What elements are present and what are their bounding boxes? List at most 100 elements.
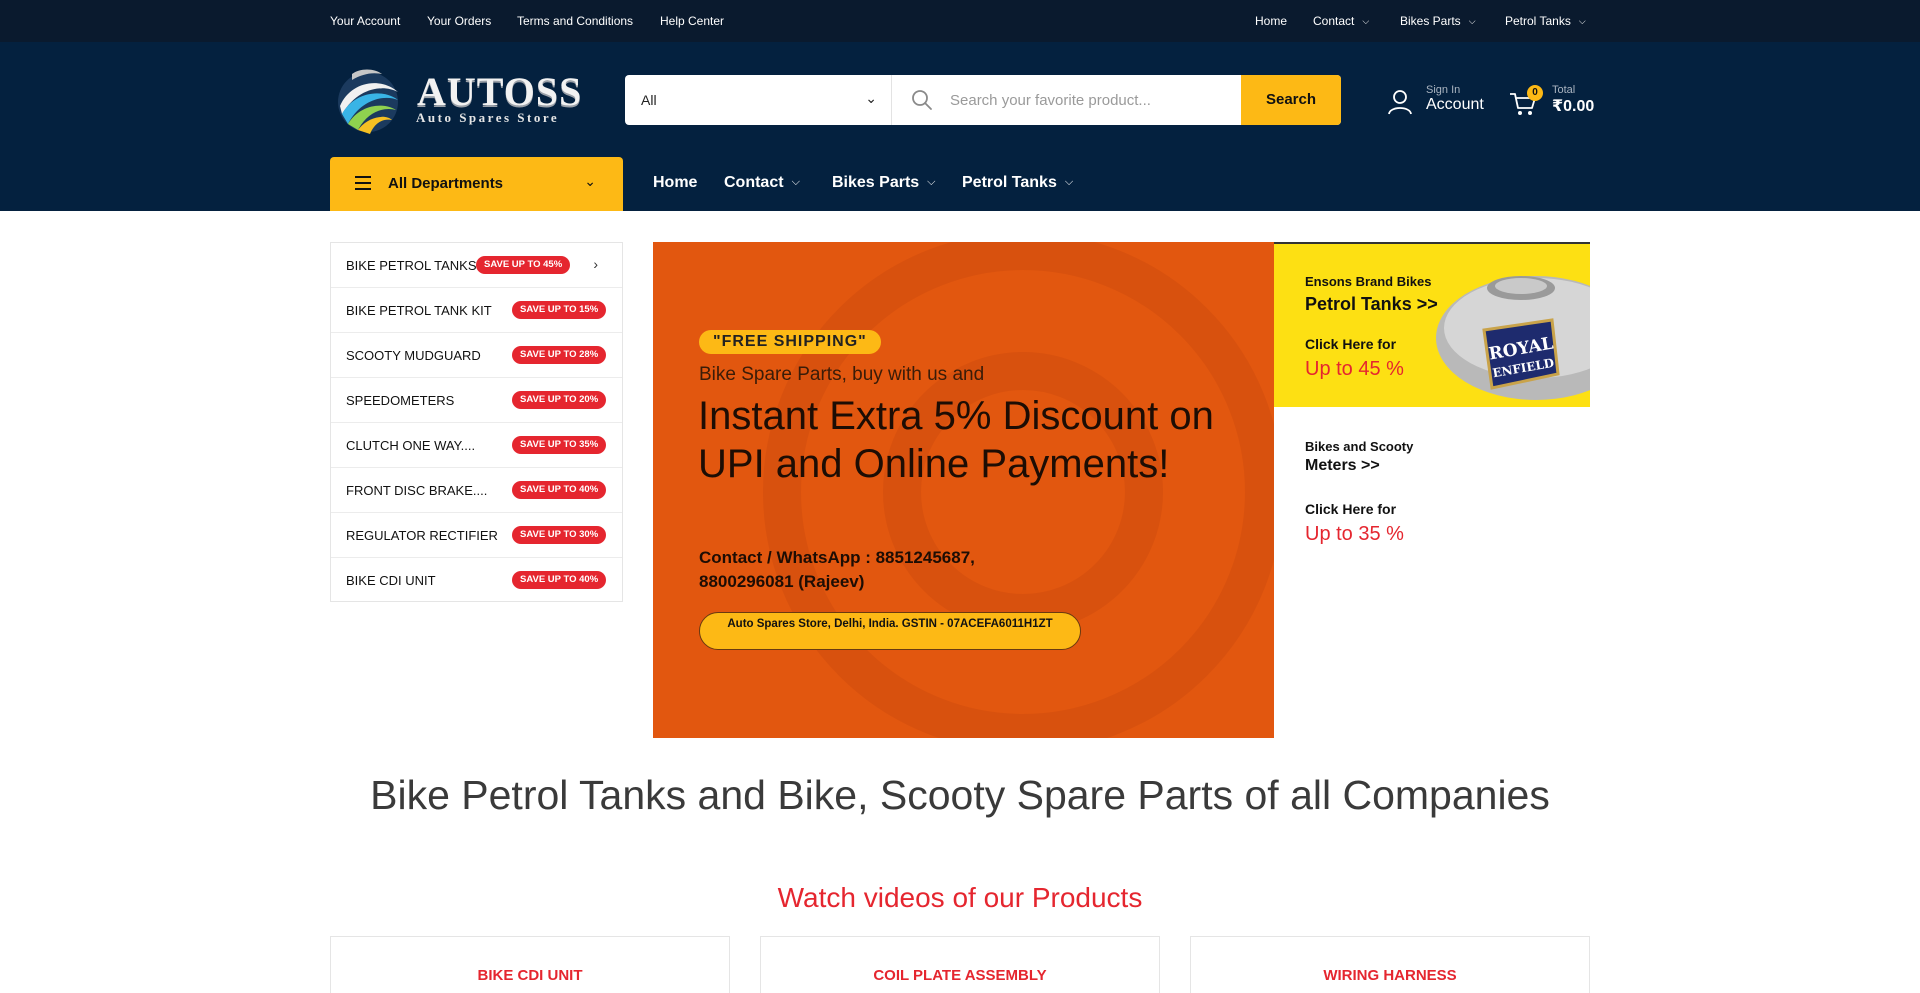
cart-total-label: Total [1552,84,1576,96]
top-nav-bikes-parts-label: Bikes Parts [1400,14,1461,28]
account-link[interactable]: Sign In Account [1386,84,1496,124]
video-card-title: BIKE CDI UNIT [477,967,583,984]
promo-discount: Up to 45 % [1305,358,1404,380]
promo-line1: Ensons Brand Bikes [1305,274,1432,289]
category-name: CLUTCH ONE WAY.... [346,438,476,453]
all-departments-button[interactable]: All Departments ⌄ [330,157,623,211]
cart-link[interactable]: 0 Total ₹0.00 [1508,84,1595,124]
category-name: FRONT DISC BRAKE.... [346,483,488,498]
account-small-label: Sign In [1426,84,1461,96]
video-card[interactable]: WIRING HARNESS [1190,936,1590,993]
category-name: BIKE CDI UNIT [346,573,436,588]
category-item[interactable]: BIKE PETROL TANKS SAVE UP TO 45% › [331,243,622,288]
top-nav-contact[interactable]: Contact ⌵ [1313,14,1369,28]
cart-count-badge: 0 [1527,85,1543,101]
free-shipping-badge: "FREE SHIPPING" [699,330,881,354]
your-account-link[interactable]: Your Account [330,14,400,28]
category-name: SPEEDOMETERS [346,393,455,408]
nav-home-label: Home [653,174,698,191]
promo-line3: Click Here for [1305,336,1397,352]
nav-petrol-tanks[interactable]: Petrol Tanks ⌵ [962,174,1073,192]
top-nav-home[interactable]: Home [1255,14,1287,28]
nav-bikes-parts[interactable]: Bikes Parts ⌵ [832,174,936,192]
search-category-select[interactable]: All ⌄ [625,75,892,125]
chevron-down-icon: ⌵ [1468,16,1476,26]
cart-total-value: ₹0.00 [1552,98,1595,115]
category-item[interactable]: SPEEDOMETERS SAVE UP TO 20% [331,378,622,423]
your-orders-link[interactable]: Your Orders [427,14,491,28]
help-center-link[interactable]: Help Center [660,14,724,28]
top-nav-petrol-tanks[interactable]: Petrol Tanks ⌵ [1505,14,1586,28]
all-departments-label: All Departments [388,175,504,192]
category-item[interactable]: BIKE PETROL TANK KIT SAVE UP TO 15% [331,288,622,333]
chevron-down-icon: ⌵ [791,176,800,188]
chevron-down-icon: ⌄ [865,90,877,106]
category-name: REGULATOR RECTIFIER [346,528,498,543]
category-item[interactable]: CLUTCH ONE WAY.... SAVE UP TO 35% [331,423,622,468]
petrol-tank-image: ROYAL ENFIELD [1436,276,1590,400]
promo-discount: Up to 35 % [1305,523,1404,545]
discount-badge: SAVE UP TO 45% [476,256,571,274]
chevron-right-icon: › [593,256,598,272]
video-card[interactable]: COIL PLATE ASSEMBLY [760,936,1160,993]
top-nav-home-label: Home [1255,14,1288,28]
page-title: Bike Petrol Tanks and Bike, Scooty Spare… [370,772,1550,818]
discount-badge: SAVE UP TO 15% [512,301,607,319]
nav-contact-label: Contact [724,174,784,191]
search-bar: All ⌄ Search [625,75,1341,125]
site-header [0,42,1920,211]
discount-badge: SAVE UP TO 35% [512,436,607,454]
category-item[interactable]: REGULATOR RECTIFIER SAVE UP TO 30% [331,513,622,558]
category-name: BIKE PETROL TANK KIT [346,303,492,318]
category-name: SCOOTY MUDGUARD [346,348,481,363]
user-icon [1388,90,1412,115]
videos-heading: Watch videos of our Products [777,882,1143,913]
nav-home[interactable]: Home [653,174,697,192]
promo-meters[interactable]: Bikes and Scooty Meters >> Click Here fo… [1274,407,1590,572]
nav-petrol-tanks-label: Petrol Tanks [962,174,1057,191]
search-input[interactable] [950,75,1240,125]
discount-badge: SAVE UP TO 30% [512,526,607,544]
chevron-down-icon: ⌵ [1362,16,1370,26]
video-card-title: WIRING HARNESS [1323,967,1457,984]
discount-badge: SAVE UP TO 20% [512,391,607,409]
top-nav-contact-label: Contact [1313,14,1355,28]
chevron-down-icon: ⌵ [927,176,936,188]
hero-banner[interactable]: "FREE SHIPPING" Bike Spare Parts, buy wi… [653,242,1274,738]
chevron-down-icon: ⌵ [1064,176,1074,188]
nav-contact[interactable]: Contact ⌵ [724,174,800,192]
discount-badge: SAVE UP TO 40% [512,571,607,589]
top-nav-petrol-tanks-label: Petrol Tanks [1505,14,1571,28]
menu-icon [355,176,371,190]
search-icon [912,90,932,110]
search-category-value: All [641,92,657,108]
hero-subtitle: Bike Spare Parts, buy with us and [699,364,985,385]
category-sidebar: BIKE PETROL TANKS SAVE UP TO 45% › BIKE … [330,242,623,602]
promo-line2: Petrol Tanks >> [1305,294,1438,314]
category-item[interactable]: BIKE CDI UNIT SAVE UP TO 40% [331,558,622,603]
logo-title: AUTOSS [417,69,583,114]
discount-badge: SAVE UP TO 28% [512,346,607,364]
site-logo[interactable]: AUTOSS Auto Spares Store [330,62,581,138]
category-item[interactable]: SCOOTY MUDGUARD SAVE UP TO 28% [331,333,622,378]
logo-subtitle: Auto Spares Store [416,110,560,125]
account-label: Account [1426,96,1484,113]
category-name: BIKE PETROL TANKS [346,258,477,273]
top-nav-bikes-parts[interactable]: Bikes Parts ⌵ [1400,14,1476,28]
promo-line3: Click Here for [1305,501,1397,517]
promo-line1: Bikes and Scooty [1305,439,1414,454]
nav-bikes-parts-label: Bikes Parts [832,174,920,191]
terms-link[interactable]: Terms and Conditions [517,14,633,28]
chevron-down-icon: ⌄ [584,173,596,189]
category-item[interactable]: FRONT DISC BRAKE.... SAVE UP TO 40% [331,468,622,513]
video-card[interactable]: BIKE CDI UNIT [330,936,730,993]
discount-badge: SAVE UP TO 40% [512,481,607,499]
promo-line2: Meters >> [1305,457,1380,474]
hero-contact: Contact / WhatsApp : 8851245687, 8800296… [699,548,975,591]
video-card-title: COIL PLATE ASSEMBLY [873,967,1047,984]
store-info-pill: Auto Spares Store, Delhi, India. GSTIN -… [699,612,1081,650]
promo-petrol-tanks[interactable]: ROYAL ENFIELD Ensons Brand Bikes Petrol … [1274,242,1590,407]
logo-globe-icon [338,69,398,134]
search-button[interactable]: Search [1241,75,1341,125]
top-bar: Your Account Your Orders Terms and Condi… [0,0,1920,42]
